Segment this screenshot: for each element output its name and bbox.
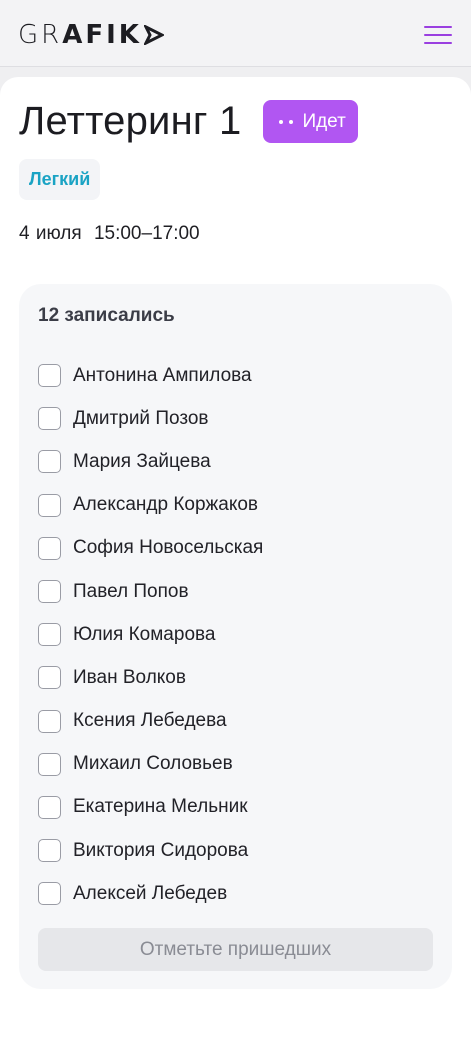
play-arrow-icon: [143, 25, 164, 45]
participant-row[interactable]: Антонина Ампилова: [38, 354, 263, 397]
participant-name: Иван Волков: [73, 666, 186, 688]
attendance-checkbox[interactable]: [38, 450, 61, 474]
lesson-datetime: 4 июля 15:00–17:00: [19, 223, 200, 245]
lesson-time: 15:00–17:00: [93, 223, 200, 244]
menu-line: [424, 26, 452, 28]
menu-line: [424, 34, 452, 36]
attendance-checkbox[interactable]: [38, 666, 61, 690]
hamburger-menu-icon[interactable]: [418, 24, 458, 46]
attendance-checkbox[interactable]: [38, 795, 61, 819]
participant-row[interactable]: Дмитрий Позов: [38, 397, 263, 440]
enrolled-count: 12 записались: [38, 305, 175, 326]
attendance-checkbox[interactable]: [38, 623, 61, 647]
logo-text-thin: GR: [18, 20, 63, 50]
participant-name: Александр Коржаков: [73, 494, 259, 516]
attendance-checkbox[interactable]: [38, 709, 61, 733]
participant-name: Антонина Ампилова: [73, 364, 252, 386]
participant-row[interactable]: Михаил Соловьев: [38, 743, 263, 786]
mark-attendees-button[interactable]: Отметьте пришедших: [38, 928, 433, 971]
attendance-checkbox[interactable]: [38, 407, 61, 431]
attendance-checkbox[interactable]: [38, 536, 61, 560]
attendance-checkbox[interactable]: [38, 752, 61, 776]
participant-name: Ксения Лебедева: [73, 710, 227, 732]
menu-line: [424, 42, 452, 44]
lesson-date: 4 июля: [19, 223, 82, 244]
level-badge: Легкий: [19, 159, 101, 200]
participant-name: Виктория Сидорова: [73, 839, 249, 861]
participant-row[interactable]: Александр Коржаков: [38, 484, 263, 527]
lesson-card: Леттеринг 1 Идет Легкий 4 июля 15:00–17:…: [0, 77, 471, 1037]
attendance-checkbox[interactable]: [38, 493, 61, 517]
participant-row[interactable]: Виктория Сидорова: [38, 829, 263, 872]
participant-row[interactable]: Павел Попов: [38, 570, 263, 613]
status-badge: Идет: [263, 100, 358, 143]
grafik-logo[interactable]: GR AFIK: [18, 20, 164, 50]
participant-name: Юлия Комарова: [73, 623, 216, 645]
participant-list: Антонина Ампилова Дмитрий Позов Мария Зайц…: [38, 354, 263, 915]
participant-name: Алексей Лебедев: [73, 882, 228, 904]
title-row: Леттеринг 1 Идет: [19, 99, 358, 144]
top-bar: GR AFIK: [0, 0, 471, 67]
participant-row[interactable]: Ксения Лебедева: [38, 700, 263, 743]
attendance-checkbox[interactable]: [38, 839, 61, 863]
attendance-list: 12 записались Антонина Ампилова Дмитрий П…: [19, 284, 452, 989]
participant-row[interactable]: Екатерина Мельник: [38, 786, 263, 829]
status-label: Идет: [302, 110, 346, 132]
participant-row[interactable]: Мария Зайцева: [38, 440, 263, 483]
live-dots-icon: [279, 119, 294, 124]
logo-text-bold: AFIK: [62, 20, 142, 50]
participant-row[interactable]: Юлия Комарова: [38, 613, 263, 656]
attendance-checkbox[interactable]: [38, 580, 61, 604]
attendance-checkbox[interactable]: [38, 364, 61, 388]
participant-name: София Новосельская: [73, 537, 264, 559]
participant-name: Екатерина Мельник: [73, 796, 248, 818]
participant-name: Михаил Соловьев: [73, 753, 233, 775]
attendance-checkbox[interactable]: [38, 882, 61, 906]
participant-name: Дмитрий Позов: [73, 407, 209, 429]
lesson-title: Леттеринг 1: [19, 99, 242, 143]
participant-row[interactable]: Алексей Лебедев: [38, 872, 263, 915]
participant-row[interactable]: Иван Волков: [38, 656, 263, 699]
participant-name: Мария Зайцева: [73, 450, 211, 472]
participant-row[interactable]: София Новосельская: [38, 527, 263, 570]
participant-name: Павел Попов: [73, 580, 189, 602]
